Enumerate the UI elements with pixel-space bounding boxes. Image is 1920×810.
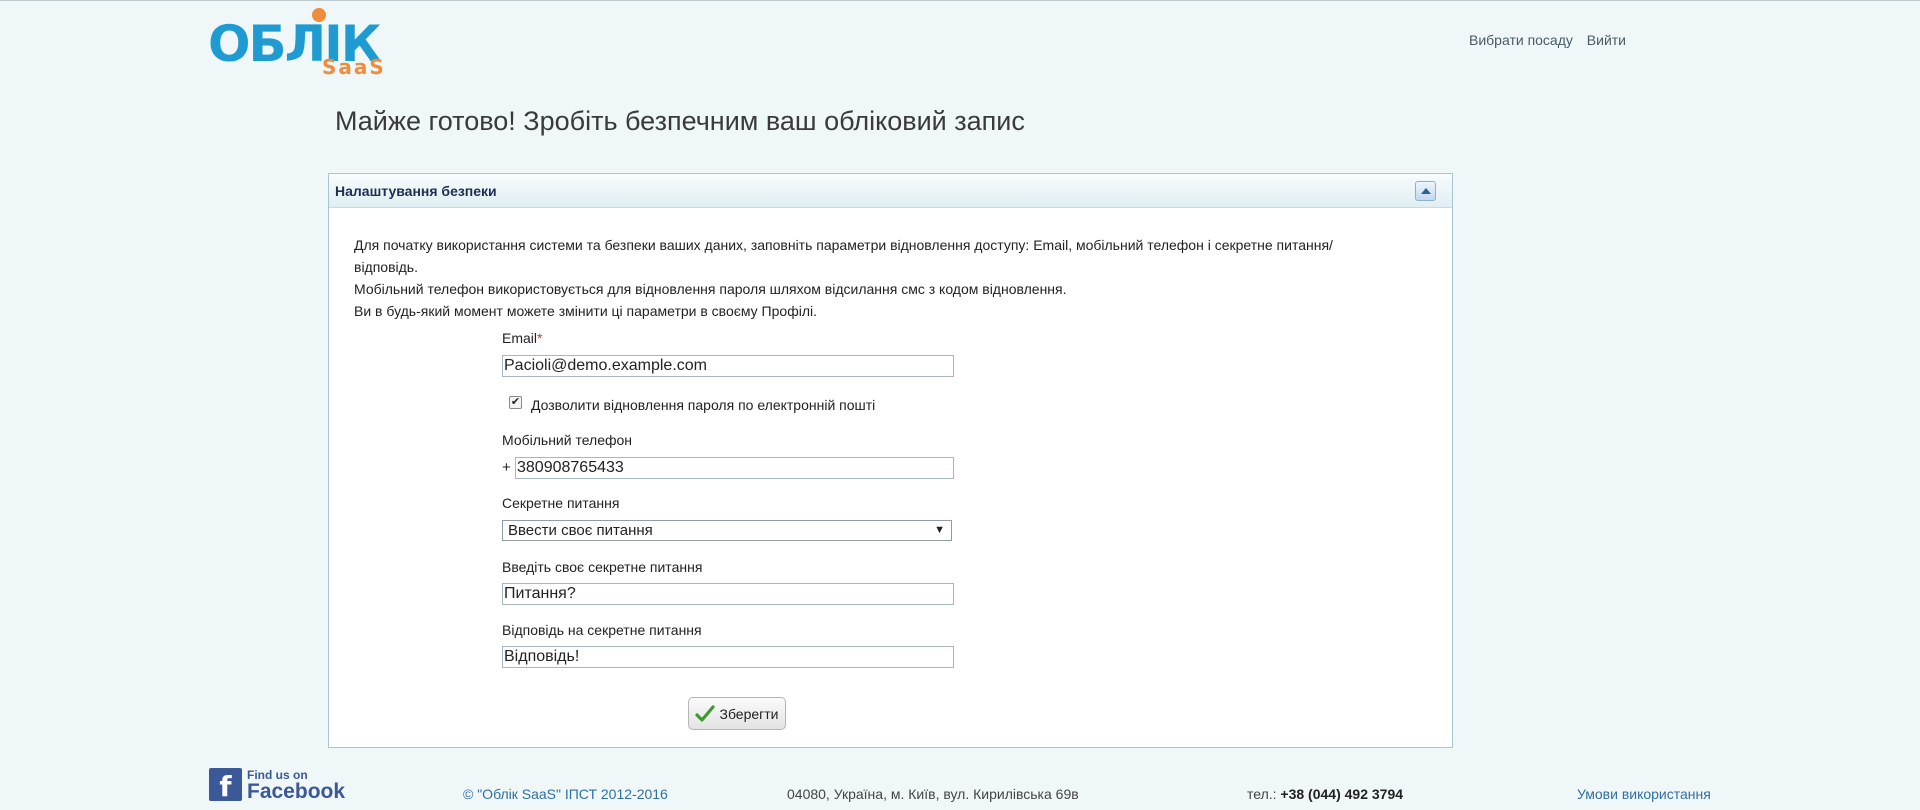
facebook-text: Find us on Facebook [247,768,346,803]
chevron-down-icon: ▼ [934,524,945,536]
oblik-saas-logo[interactable]: ОБЛІК SaaS [208,7,393,79]
secret-answer-label: Відповідь на секретне питання [502,622,702,638]
intro-text: Для початку використання системи та безп… [354,234,1414,322]
intro-line: відповідь. [354,259,418,275]
intro-line: Ви в будь-який момент можете змінити ці … [354,303,817,319]
intro-line: Для початку використання системи та безп… [354,237,1333,253]
email-label-text: Email [502,330,538,346]
facebook-icon: f [209,768,242,801]
phone-field[interactable] [515,457,954,479]
secret-question-selected: Ввести своє питання [508,522,653,539]
phone-prefix: + [502,459,511,476]
allow-email-recovery-checkbox[interactable]: ✔ [509,396,522,409]
allow-email-recovery-label[interactable]: Дозволити відновлення пароля по електрон… [531,397,875,413]
terms-link[interactable]: Умови використання [1577,786,1711,802]
address-text: 04080, Україна, м. Київ, вул. Кирилівськ… [787,786,1079,802]
required-marker: * [537,330,543,346]
facebook-link[interactable]: f Find us on Facebook [209,768,346,803]
save-button[interactable]: Зберегти [688,697,786,730]
custom-question-label: Введіть своє секретне питання [502,559,703,575]
custom-question-field[interactable] [502,583,954,605]
logo-dot [312,8,326,22]
choose-position-link[interactable]: Вибрати посаду [1469,32,1573,48]
top-nav: Вибрати посаду Вийти [1459,32,1626,48]
email-field[interactable] [502,355,954,377]
tel-number: +38 (044) 492 3794 [1280,786,1404,802]
chevron-up-icon [1420,188,1431,194]
logo-sub-text: SaaS [322,55,386,79]
checkmark-icon [695,704,716,723]
secret-answer-field[interactable] [502,646,954,668]
intro-line: Мобільний телефон використовується для в… [354,281,1067,297]
phone-label: Мобільний телефон [502,432,633,448]
panel-title: Налаштування безпеки [335,183,497,199]
copyright-link[interactable]: © "Облік SaaS" ІПСТ 2012-2016 [463,786,668,802]
phone-contact: тел.: +38 (044) 492 3794 [1247,786,1403,802]
panel-header: Налаштування безпеки [329,174,1452,208]
collapse-button[interactable] [1415,181,1436,201]
logout-link[interactable]: Вийти [1587,32,1626,48]
secret-question-label: Секретне питання [502,495,620,511]
facebook-name: Facebook [247,780,346,803]
security-settings-panel: Налаштування безпеки Для початку викорис… [328,173,1453,748]
email-label: Email* [502,330,542,346]
secret-question-select[interactable]: Ввести своє питання ▼ [502,520,952,541]
save-button-label: Зберегти [719,705,779,722]
page-title: Майже готово! Зробіть безпечним ваш облі… [335,106,1025,136]
tel-label: тел.: [1247,786,1277,802]
